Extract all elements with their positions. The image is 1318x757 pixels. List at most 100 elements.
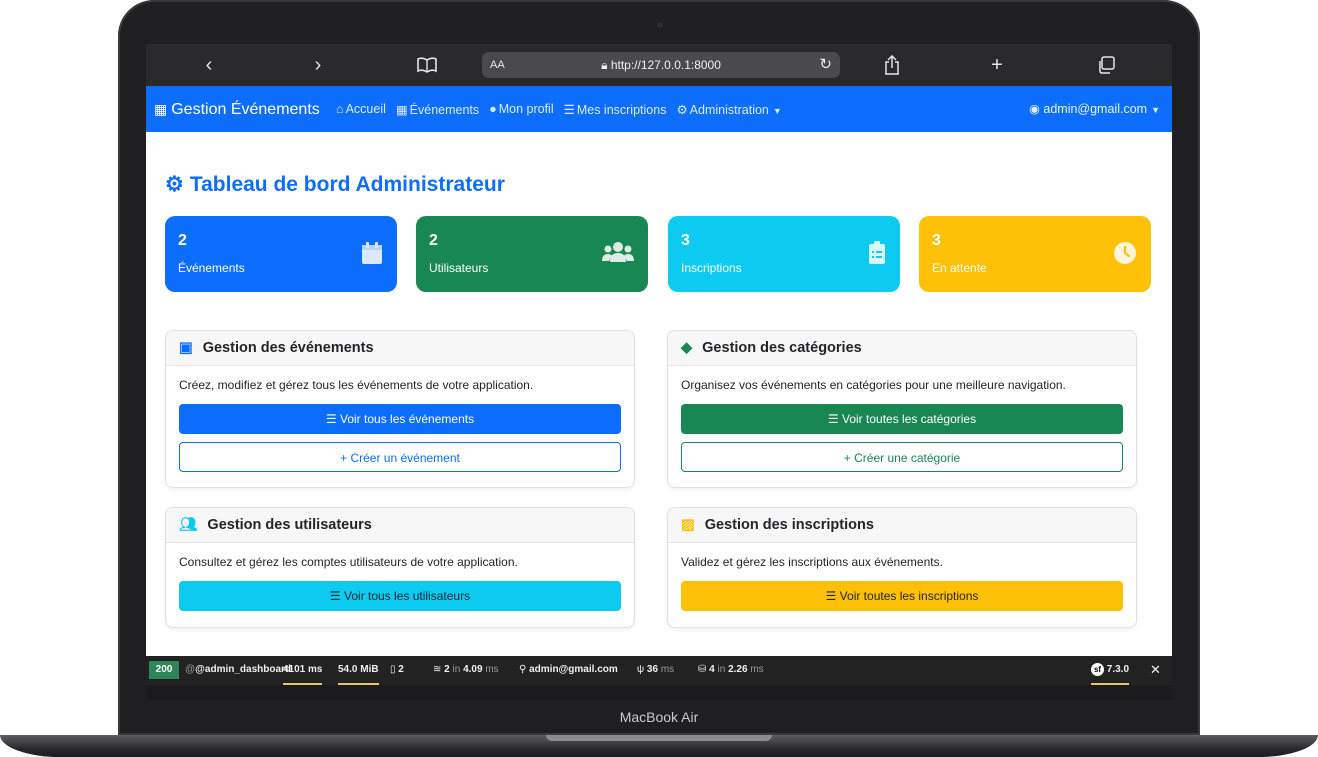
- route-name[interactable]: @@admin_dashboard: [185, 656, 291, 685]
- db-time: 2.26: [728, 664, 748, 675]
- card-header: 👥︎ Gestion des utilisateurs: [166, 508, 634, 543]
- stat-card-evenements: 2 Événements: [165, 216, 397, 292]
- forward-icon[interactable]: ›: [303, 44, 333, 86]
- cache-time: 4.09: [463, 664, 483, 675]
- twig-unit: ms: [660, 664, 675, 675]
- button-label: Voir toutes les catégories: [842, 412, 977, 426]
- nav-item-mon-profil[interactable]: ● Mon profil: [489, 102, 553, 116]
- card-title: Gestion des inscriptions: [704, 517, 874, 533]
- user-email: admin@gmail.com: [1043, 102, 1148, 116]
- security-user[interactable]: ⚲ admin@gmail.com: [519, 656, 618, 685]
- reload-icon[interactable]: ↻: [819, 52, 832, 78]
- address-bar[interactable]: AA 🔒︎ http://127.0.0.1:8000 ↻: [482, 52, 840, 78]
- stat-label: Utilisateurs: [429, 261, 489, 275]
- brand-link[interactable]: ▦ Gestion Événements: [154, 86, 320, 133]
- card-text: Validez et gérez les inscriptions aux év…: [681, 555, 943, 569]
- database-icon: ⛁: [698, 664, 710, 675]
- tabs-icon[interactable]: [1091, 44, 1121, 86]
- users-icon: 👥︎: [179, 517, 198, 533]
- stat-label: En attente: [932, 261, 987, 275]
- stat-value: 2: [429, 232, 438, 249]
- stage: MacBook Air ‹ › AA 🔒︎ http://127.0.0.1:8…: [0, 0, 1318, 757]
- stat-label: Inscriptions: [681, 261, 742, 275]
- files-value: 2: [398, 664, 404, 675]
- list-icon: ☰: [325, 412, 340, 426]
- status-badge[interactable]: 200: [149, 661, 179, 679]
- creer-evenement-button[interactable]: + Créer un événement: [179, 442, 621, 472]
- nav-item-administration[interactable]: ⚙ Administration ▼: [676, 102, 781, 117]
- cache-in: in: [452, 664, 461, 675]
- nav-label: Administration: [689, 102, 769, 117]
- files-count[interactable]: ▯ 2: [390, 656, 404, 685]
- card-gestion-utilisateurs: 👥︎ Gestion des utilisateurs Consultez et …: [165, 507, 635, 628]
- memory-usage[interactable]: 54.0 MiB: [338, 656, 379, 685]
- person-icon: ⚲: [519, 664, 530, 675]
- version-value: 7.3.0: [1106, 664, 1130, 675]
- plus-icon: +: [340, 451, 351, 465]
- close-icon[interactable]: ✕: [1150, 656, 1161, 685]
- list-icon: ☰: [329, 589, 345, 603]
- nav-label: Mon profil: [498, 102, 554, 116]
- user-menu[interactable]: ◉ admin@gmail.com ▼: [1029, 86, 1160, 133]
- security-user-value: admin@gmail.com: [529, 664, 618, 675]
- card-header: ◆ Gestion des catégories: [668, 331, 1136, 366]
- cache-unit: ms: [485, 664, 499, 675]
- db-unit: ms: [750, 664, 764, 675]
- bookmarks-icon[interactable]: [412, 44, 442, 86]
- brand-label: Gestion Événements: [171, 101, 320, 118]
- stat-value: 3: [681, 232, 690, 249]
- card-title: Gestion des catégories: [702, 340, 862, 356]
- cache-stats[interactable]: ≋ 2 in 4.09 ms: [433, 656, 499, 685]
- device-label: MacBook Air: [619, 709, 699, 725]
- db-in: in: [717, 664, 726, 675]
- navbar: ▦ Gestion Événements ⌂ Accueil ▦ Événements…: [146, 86, 1172, 132]
- stat-label: Événements: [178, 261, 245, 275]
- card-title: Gestion des événements: [202, 340, 374, 356]
- page-title-text: Tableau de bord Administrateur: [189, 173, 505, 196]
- card-gestion-categories: ◆ Gestion des catégories Organisez vos év…: [667, 330, 1137, 488]
- db-count: 4: [709, 664, 715, 675]
- calendar-icon: ▦: [395, 102, 408, 117]
- calendar-icon: ▦: [154, 101, 168, 117]
- chevron-down-icon: ▼: [1151, 105, 1160, 115]
- clipboard-check-icon: ▨: [681, 517, 695, 533]
- page-title: ⚙ Tableau de bord Administrateur: [165, 172, 505, 197]
- back-icon[interactable]: ‹: [194, 44, 224, 86]
- stat-value: 3: [932, 232, 941, 249]
- nav-item-evenements[interactable]: ▦ Événements: [396, 102, 479, 117]
- voir-categories-button[interactable]: ☰ Voir toutes les catégories: [681, 404, 1123, 434]
- creer-categorie-button[interactable]: + Créer une catégorie: [681, 442, 1123, 472]
- user-circle-icon: ◉: [1028, 102, 1040, 116]
- nav-label: Accueil: [345, 102, 386, 116]
- calendar-plus-icon: ▣: [179, 340, 193, 356]
- card-gestion-evenements: ▣ Gestion des événements Créez, modifiez …: [165, 330, 635, 488]
- voir-evenements-button[interactable]: ☰ Voir tous les événements: [179, 404, 621, 434]
- card-header: ▣ Gestion des événements: [166, 331, 634, 366]
- card-gestion-inscriptions: ▨ Gestion des inscriptions Validez et gér…: [667, 507, 1137, 628]
- card-text: Organisez vos événements en catégories p…: [681, 378, 1066, 392]
- tags-icon: ◆: [681, 340, 693, 356]
- share-icon[interactable]: [877, 44, 907, 86]
- list-icon: ☰: [827, 412, 842, 426]
- user-icon: ●: [489, 102, 497, 116]
- request-time[interactable]: 4101 ms: [283, 656, 323, 685]
- screen-bottom-bezel: [146, 685, 1172, 700]
- plus-icon: +: [843, 451, 855, 465]
- nav-item-accueil[interactable]: ⌂ Accueil: [336, 102, 386, 116]
- twig-icon: ψ: [637, 664, 647, 675]
- new-tab-icon[interactable]: +: [982, 44, 1012, 86]
- db-queries[interactable]: ⛁ 4 in 2.26 ms: [698, 656, 764, 685]
- clipboard-list-icon: [868, 241, 886, 272]
- cache-count: 2: [444, 664, 450, 675]
- symfony-version[interactable]: sf 7.3.0: [1091, 656, 1130, 685]
- camera: [657, 22, 663, 28]
- voir-inscriptions-button[interactable]: ☰ Voir toutes les inscriptions: [681, 581, 1123, 611]
- stat-card-en-attente: 3 En attente: [919, 216, 1151, 292]
- voir-utilisateurs-button[interactable]: ☰ Voir tous les utilisateurs: [179, 581, 621, 611]
- twig-time[interactable]: ψ 36 ms: [637, 656, 674, 685]
- button-label: Voir tous les utilisateurs: [344, 589, 471, 603]
- button-label: Voir tous les événements: [340, 412, 475, 426]
- twig-time-value: 36: [646, 664, 659, 675]
- users-icon: [602, 241, 634, 270]
- nav-item-mes-inscriptions[interactable]: ☰ Mes inscriptions: [564, 102, 667, 117]
